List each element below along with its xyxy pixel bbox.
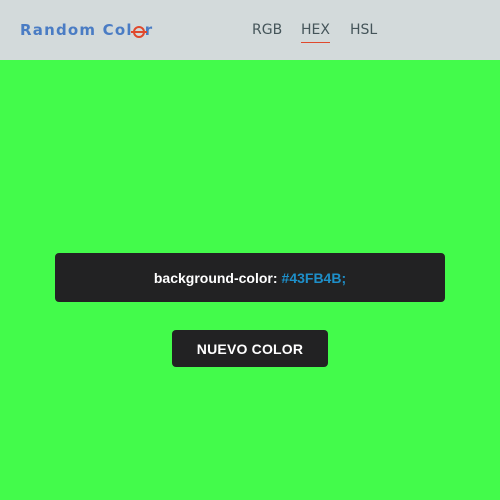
- color-code-display: background-color: #43FB4B;: [55, 253, 445, 302]
- color-property-label: background-color:: [153, 269, 278, 286]
- nav-link-rgb[interactable]: RGB: [252, 20, 282, 40]
- nav-links: RGB HEX HSL: [0, 0, 500, 60]
- color-value[interactable]: #43FB4B;: [282, 270, 347, 286]
- navbar: Random Col r RGB HEX HSL: [0, 0, 500, 60]
- new-color-button[interactable]: NUEVO COLOR: [172, 330, 328, 367]
- nav-link-hex[interactable]: HEX: [301, 20, 330, 43]
- nav-link-hsl[interactable]: HSL: [350, 20, 377, 40]
